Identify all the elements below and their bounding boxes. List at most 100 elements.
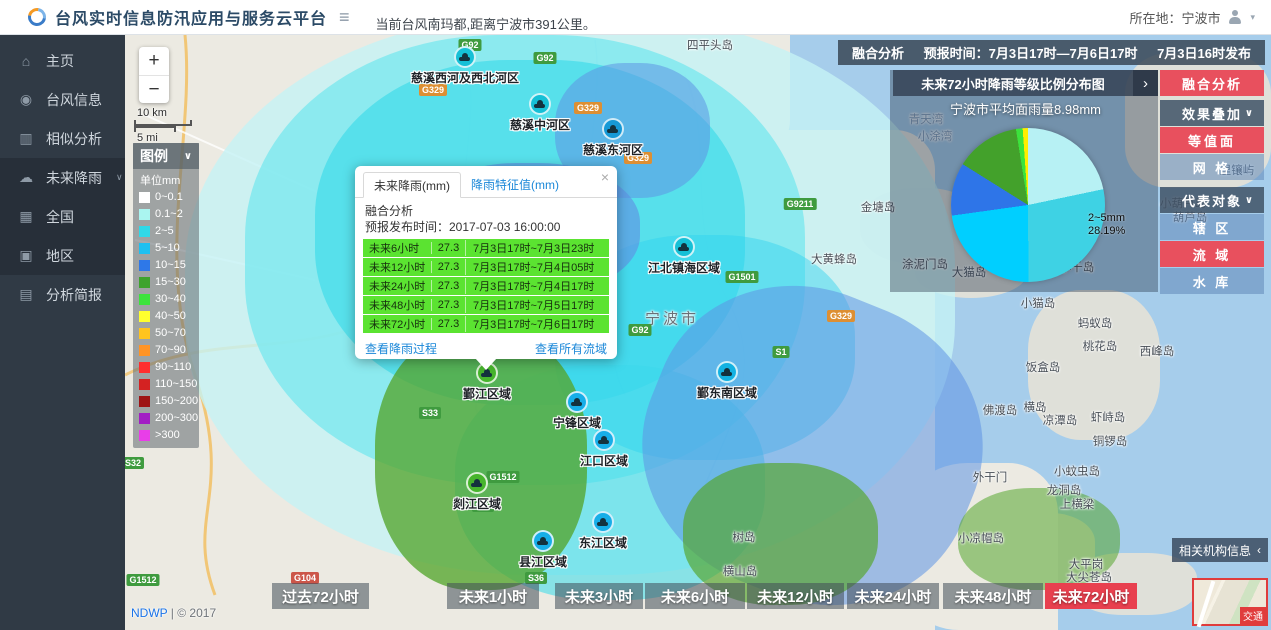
region-marker[interactable]: 慈溪中河区 (510, 93, 570, 133)
sidebar-item[interactable]: ▦ 全国 (0, 197, 125, 236)
legend-unit: 单位mm (133, 169, 199, 189)
header-right: 所在地：宁波市 ▾ (1129, 8, 1255, 27)
rain-gauge-icon[interactable] (532, 530, 554, 552)
legend-range-label: 200~300 (155, 412, 198, 425)
rain-gauge-icon[interactable] (716, 361, 738, 383)
map-place-label: 大黄蜂岛 (811, 251, 857, 267)
view-all-basins-link[interactable]: 查看所有流域 (535, 340, 607, 357)
value-cell: 27.3 (431, 242, 465, 254)
fusion-analysis-button[interactable]: 融合分析 (1160, 70, 1264, 96)
view-rain-process-link[interactable]: 查看降雨过程 (365, 340, 437, 357)
sidebar: ⌂ 主页 ◉ 台风信息 ▥ 相似分析 ☁ 未来降雨 ∨ (0, 35, 125, 630)
sidebar-item[interactable]: ◉ 台风信息 (0, 80, 125, 119)
region-marker[interactable]: 慈溪东河区 (583, 118, 643, 158)
sidebar-item[interactable]: ⌂ 主页 (0, 41, 125, 80)
copyright-text: | © 2017 (171, 606, 216, 620)
time-range-button[interactable]: 未来1小时 (447, 583, 539, 609)
rain-gauge-icon[interactable] (529, 93, 551, 115)
road-number-badge: G92 (628, 324, 651, 336)
region-marker[interactable]: 剡江区域 (453, 472, 501, 512)
overlay-option-button[interactable]: 等值面 (1160, 127, 1264, 153)
popup-tab[interactable]: 降雨特征值(mm) (461, 172, 569, 197)
region-marker-label: 江口区域 (580, 452, 628, 469)
overlay-group-header[interactable]: 效果叠加 ∨ (1160, 100, 1264, 126)
rain-gauge-icon[interactable] (593, 429, 615, 451)
ndwp-link[interactable]: NDWP (131, 606, 167, 620)
region-marker[interactable]: 慈溪西河及西北河区 (411, 46, 519, 86)
region-marker[interactable]: 江北镇海区域 (648, 236, 720, 276)
top-header: 台风实时信息防汛应用与服务云平台 ≡ 当前台风南玛都,距离宁波市391公里。 所… (0, 0, 1271, 35)
object-option-button[interactable]: 水 库 (1160, 268, 1264, 294)
time-range-button[interactable]: 未来72小时 (1045, 583, 1137, 609)
zoom-in-button[interactable]: + (139, 47, 169, 75)
rain-gauge-icon[interactable] (602, 118, 624, 140)
region-marker-label: 东江区域 (579, 534, 627, 551)
map-place-label: 虾峙岛 (1091, 409, 1126, 425)
object-option-button[interactable]: 流 域 (1160, 241, 1264, 267)
time-range-button[interactable]: 过去72小时 (272, 583, 369, 609)
rain-gauge-icon[interactable] (466, 472, 488, 494)
chevron-down-icon[interactable]: ▾ (1250, 12, 1255, 23)
rain-gauge-icon[interactable] (454, 46, 476, 68)
road-number-badge: G329 (574, 102, 602, 114)
legend-range-label: 40~50 (155, 310, 186, 323)
legend-item: 0~0.1 (133, 189, 199, 206)
menu-icon[interactable]: ≡ (339, 7, 350, 28)
zoom-out-button[interactable]: − (139, 75, 169, 103)
sidebar-item[interactable]: ▣ 地区 (0, 236, 125, 275)
related-orgs-button[interactable]: 相关机构信息 ‹ (1172, 538, 1268, 562)
pie-panel-subtitle: 宁波市平均面雨量8.98mm (893, 99, 1158, 118)
close-icon[interactable]: × (601, 169, 609, 185)
object-option-button[interactable]: 辖 区 (1160, 214, 1264, 240)
legend-color-swatch (139, 430, 150, 441)
expand-icon[interactable]: › (1133, 70, 1158, 96)
map-canvas[interactable]: 四平头岛宁波市金塘岛大黄蜂岛涂泥门岛大猫岛小千岛小猫岛蚂蚁岛桃花岛西峰岛饭盒岛佛… (125, 35, 1271, 630)
overlay-option-button[interactable]: 网 格 (1160, 154, 1264, 180)
time-range-button[interactable]: 未来12小时 (747, 583, 844, 609)
region-marker[interactable]: 宁锋区域 (553, 391, 601, 431)
legend-title: 图例 (140, 146, 168, 166)
traffic-layer-tag: 交通 (1240, 607, 1266, 624)
road-number-badge: G9211 (784, 198, 817, 210)
time-range-button[interactable]: 未来24小时 (847, 583, 939, 609)
popup-tab[interactable]: 未来降雨(mm) (363, 172, 461, 198)
legend-range-label: >300 (155, 429, 180, 442)
period-cell: 未来12小时 (363, 259, 431, 275)
object-group-title: 代表对象 (1182, 191, 1242, 210)
time-range-button[interactable]: 未来48小时 (943, 583, 1043, 609)
legend-color-swatch (139, 260, 150, 271)
sidebar-item[interactable]: ▤ 分析简报 (0, 275, 125, 314)
table-row: 未来48小时 27.3 7月3日17时~7月5日17时 (363, 296, 609, 314)
rain-gauge-icon[interactable] (592, 511, 614, 533)
legend-color-swatch (139, 413, 150, 424)
popup-info: 融合分析 预报发布时间：2017-07-03 16:00:00 (355, 198, 617, 238)
legend-color-swatch (139, 396, 150, 407)
legend-item: 15~30 (133, 274, 199, 291)
region-marker[interactable]: 江口区域 (580, 429, 628, 469)
object-group-header[interactable]: 代表对象 ∨ (1160, 187, 1264, 213)
legend-item: 90~110 (133, 359, 199, 376)
rain-gauge-icon[interactable] (566, 391, 588, 413)
rain-gauge-icon[interactable] (673, 236, 695, 258)
sidebar-item[interactable]: ☁ 未来降雨 ∨ (0, 158, 125, 197)
popup-source: 融合分析 (365, 203, 607, 219)
location-label: 所在地：宁波市 (1129, 8, 1220, 27)
sidebar-item[interactable]: ▥ 相似分析 (0, 119, 125, 158)
time-range-button[interactable]: 未来3小时 (555, 583, 643, 609)
sidebar-item-icon: ▦ (18, 208, 34, 225)
sidebar-item-icon: ☁ (18, 169, 34, 186)
region-marker[interactable]: 县江区域 (519, 530, 567, 570)
user-icon[interactable] (1227, 10, 1243, 24)
region-marker[interactable]: 鄞东南区域 (697, 361, 757, 401)
legend-color-swatch (139, 192, 150, 203)
legend-range-label: 5~10 (155, 242, 180, 255)
pie-slice-label-range: 2~5mm (1088, 212, 1125, 225)
pie-slice-label-percent: 28.19% (1088, 225, 1125, 238)
forecast-published: 7月3日16时发布 (1157, 43, 1251, 62)
region-marker[interactable]: 东江区域 (579, 511, 627, 551)
legend-header[interactable]: 图例 ∨ (133, 143, 199, 169)
minimap-thumbnail[interactable]: 交通 (1192, 578, 1268, 626)
time-range-button[interactable]: 未来6小时 (645, 583, 745, 609)
range-cell: 7月3日17时~7月5日17时 (465, 297, 609, 313)
map-place-label: 铜锣岛 (1093, 433, 1128, 449)
